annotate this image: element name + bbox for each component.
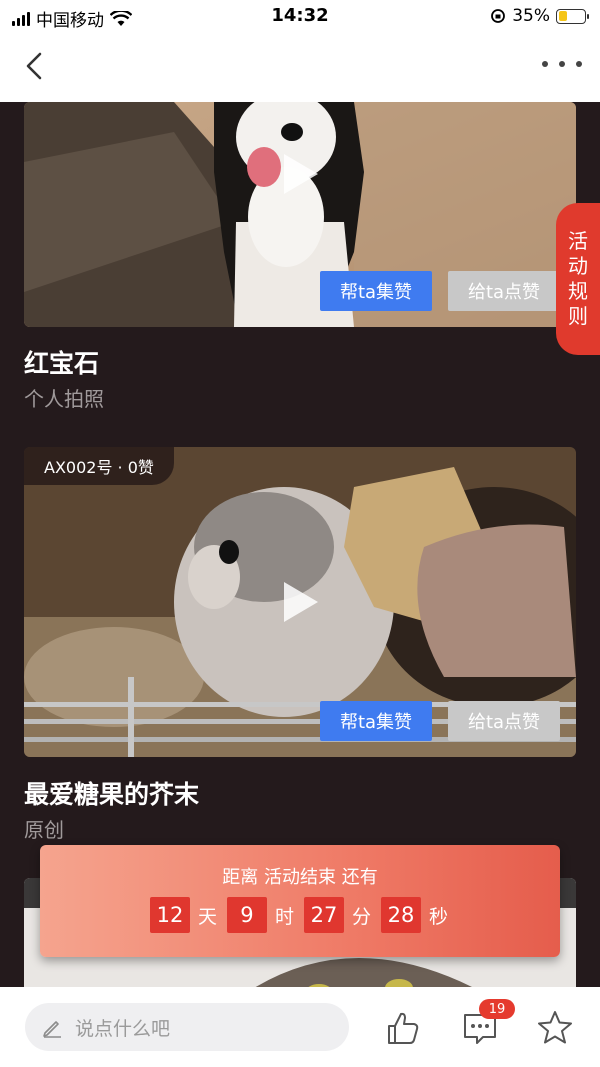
countdown-hours-unit: 时 [274, 905, 294, 928]
status-bar: 中国移动 14:32 35% [0, 0, 600, 34]
countdown-days-unit: 天 [197, 905, 217, 928]
chevron-left-icon [26, 52, 42, 80]
more-button[interactable] [542, 52, 582, 76]
collect-likes-button[interactable]: 帮ta集赞 [320, 271, 432, 311]
comment-count-badge: 19 [479, 999, 515, 1019]
battery-info: 35% [490, 6, 589, 26]
play-icon [284, 582, 318, 622]
nav-bar [0, 34, 600, 102]
countdown-hours: 9 [226, 897, 267, 933]
rotation-lock-icon [491, 9, 506, 23]
entry-category: 个人拍照 [24, 387, 104, 411]
more-dot [559, 61, 565, 67]
video-thumbnail[interactable]: 帮ta集赞 给ta点赞 [24, 102, 576, 327]
collect-likes-button[interactable]: 帮ta集赞 [320, 701, 432, 741]
thumbs-up-icon[interactable] [383, 1009, 421, 1047]
rules-char: 则 [568, 304, 588, 328]
back-button[interactable] [18, 48, 54, 84]
more-dot [576, 61, 582, 67]
rules-char: 活 [568, 229, 588, 253]
rules-char: 规 [568, 279, 588, 303]
countdown-seconds: 28 [381, 897, 422, 933]
like-button[interactable]: 给ta点赞 [448, 701, 560, 741]
activity-rules-tab[interactable]: 活 动 规 则 [556, 203, 600, 355]
countdown-title: 距离 活动结束 还有 [222, 867, 378, 888]
video-thumbnail[interactable]: AX002号 · 0赞 帮ta集赞 给ta点赞 [24, 447, 576, 757]
countdown-timer: 12 天 9 时 27 分 28 秒 [40, 897, 560, 933]
battery-percent: 35% [512, 6, 550, 26]
countdown-banner: 距离 活动结束 还有 12 天 9 时 27 分 28 秒 [40, 845, 560, 957]
entry-badge: AX002号 · 0赞 [24, 447, 174, 485]
comment-placeholder: 说点什么吧 [75, 1017, 171, 1040]
countdown-seconds-unit: 秒 [429, 905, 449, 928]
star-icon[interactable] [536, 1009, 574, 1047]
countdown-days: 12 [149, 897, 190, 933]
more-dot [542, 61, 548, 67]
comment-input[interactable]: 说点什么吧 [25, 1003, 349, 1051]
rules-char: 动 [568, 254, 588, 278]
battery-level [558, 11, 568, 21]
bottom-action-bar: 说点什么吧 19 [0, 987, 600, 1067]
countdown-minutes-unit: 分 [352, 905, 372, 928]
entry-title: 最爱糖果的芥末 [24, 780, 200, 809]
countdown-minutes: 27 [304, 897, 344, 933]
entry-title: 红宝石 [24, 349, 100, 378]
entry-category: 原创 [24, 818, 64, 842]
pencil-icon [43, 1021, 61, 1038]
play-icon [284, 154, 318, 194]
like-button[interactable]: 给ta点赞 [448, 271, 560, 311]
battery-icon [556, 8, 589, 24]
